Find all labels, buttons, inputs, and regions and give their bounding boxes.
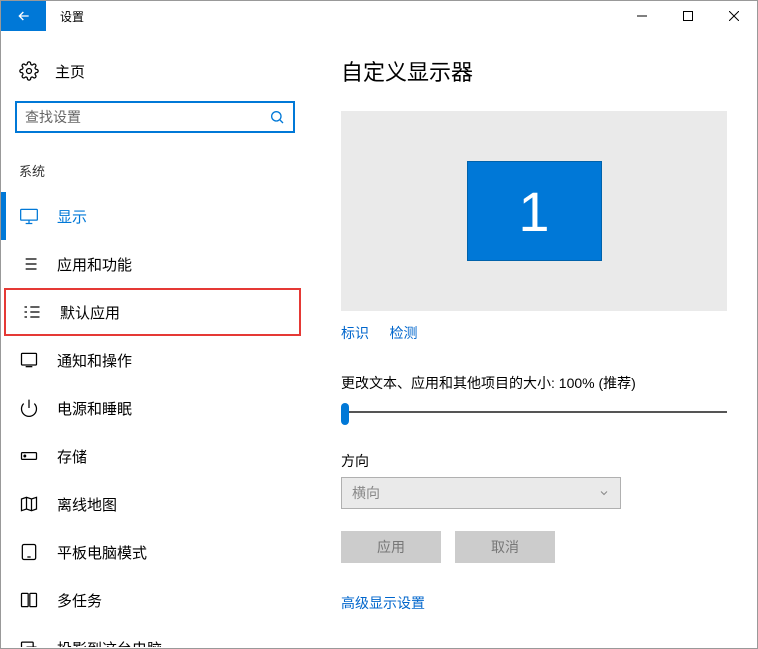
display-preview: 1 bbox=[341, 111, 727, 311]
nav-item-label: 显示 bbox=[57, 206, 87, 227]
search-box[interactable] bbox=[15, 101, 295, 133]
notification-icon bbox=[19, 350, 39, 370]
monitor-1[interactable]: 1 bbox=[467, 161, 602, 261]
nav-item-storage[interactable]: 存储 bbox=[1, 432, 311, 480]
nav-item-label: 投影到这台电脑 bbox=[57, 638, 162, 648]
section-label: 系统 bbox=[1, 133, 311, 192]
storage-icon bbox=[19, 446, 39, 466]
window-controls bbox=[619, 1, 757, 31]
nav-item-label: 多任务 bbox=[57, 590, 102, 611]
minimize-icon bbox=[637, 11, 647, 21]
nav-item-label: 通知和操作 bbox=[57, 350, 132, 371]
page-title: 自定义显示器 bbox=[341, 55, 727, 87]
nav-item-power[interactable]: 电源和睡眠 bbox=[1, 384, 311, 432]
nav-item-label: 存储 bbox=[57, 446, 87, 467]
chevron-down-icon bbox=[598, 487, 610, 499]
nav-item-tablet[interactable]: 平板电脑模式 bbox=[1, 528, 311, 576]
nav-item-maps[interactable]: 离线地图 bbox=[1, 480, 311, 528]
nav-item-label: 应用和功能 bbox=[57, 254, 132, 275]
orientation-label: 方向 bbox=[341, 451, 727, 471]
scale-slider[interactable] bbox=[341, 401, 727, 425]
close-button[interactable] bbox=[711, 1, 757, 31]
orientation-value: 横向 bbox=[352, 483, 380, 503]
search-icon bbox=[269, 109, 285, 125]
map-icon bbox=[19, 494, 39, 514]
scale-label: 更改文本、应用和其他项目的大小: 100% (推荐) bbox=[341, 373, 727, 393]
apply-button[interactable]: 应用 bbox=[341, 531, 441, 563]
default-apps-icon bbox=[22, 302, 42, 322]
list-icon bbox=[19, 254, 39, 274]
nav-item-project[interactable]: 投影到这台电脑 bbox=[1, 624, 311, 647]
advanced-link[interactable]: 高级显示设置 bbox=[341, 595, 425, 611]
nav-item-label: 电源和睡眠 bbox=[57, 398, 132, 419]
title-bar: 设置 bbox=[1, 1, 757, 31]
main-panel: 自定义显示器 1 标识 检测 更改文本、应用和其他项目的大小: 100% (推荐… bbox=[311, 31, 757, 648]
gear-icon bbox=[19, 61, 39, 81]
maximize-icon bbox=[683, 11, 693, 21]
nav-item-label: 默认应用 bbox=[60, 302, 120, 323]
identify-link[interactable]: 标识 bbox=[341, 325, 369, 341]
close-icon bbox=[729, 11, 739, 21]
monitor-icon bbox=[19, 206, 39, 226]
sidebar: 主页 系统 显示 应用和功能 默认应用 通知和操 bbox=[1, 31, 311, 648]
home-label: 主页 bbox=[55, 61, 85, 82]
multitask-icon bbox=[19, 590, 39, 610]
maximize-button[interactable] bbox=[665, 1, 711, 31]
nav-item-default-apps[interactable]: 默认应用 bbox=[4, 288, 301, 336]
nav-item-label: 平板电脑模式 bbox=[57, 542, 147, 563]
back-button[interactable] bbox=[1, 1, 46, 31]
monitor-number: 1 bbox=[518, 179, 549, 244]
nav-item-notifications[interactable]: 通知和操作 bbox=[1, 336, 311, 384]
home-link[interactable]: 主页 bbox=[1, 51, 311, 91]
power-icon bbox=[19, 398, 39, 418]
project-icon bbox=[19, 638, 39, 647]
nav-item-display[interactable]: 显示 bbox=[1, 192, 311, 240]
nav-item-apps[interactable]: 应用和功能 bbox=[1, 240, 311, 288]
minimize-button[interactable] bbox=[619, 1, 665, 31]
nav-list[interactable]: 显示 应用和功能 默认应用 通知和操作 电源和睡眠 存储 bbox=[1, 192, 311, 647]
nav-item-multitask[interactable]: 多任务 bbox=[1, 576, 311, 624]
orientation-select[interactable]: 横向 bbox=[341, 477, 621, 509]
detect-link[interactable]: 检测 bbox=[389, 325, 417, 341]
nav-item-label: 离线地图 bbox=[57, 494, 117, 515]
window-title: 设置 bbox=[46, 8, 619, 25]
search-input[interactable] bbox=[25, 109, 269, 125]
slider-track bbox=[341, 411, 727, 413]
slider-thumb[interactable] bbox=[341, 403, 349, 425]
cancel-button[interactable]: 取消 bbox=[455, 531, 555, 563]
tablet-icon bbox=[19, 542, 39, 562]
arrow-left-icon bbox=[16, 8, 32, 24]
